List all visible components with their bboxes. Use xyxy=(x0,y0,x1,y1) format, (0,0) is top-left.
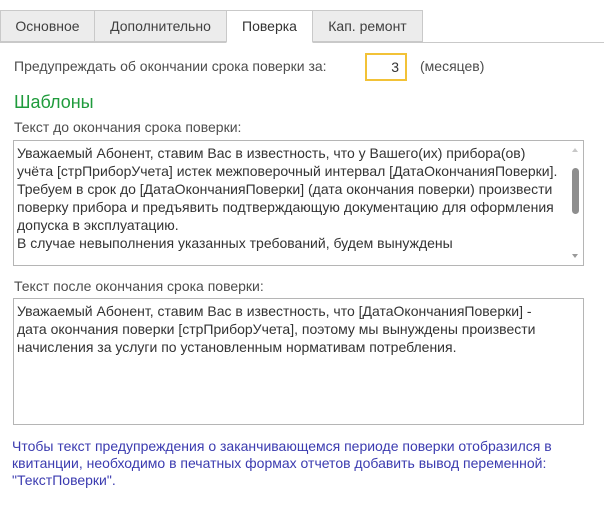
before-expiry-label: Текст до окончания срока поверки: xyxy=(14,119,242,135)
info-note: Чтобы текст предупреждения о заканчивающ… xyxy=(12,438,552,488)
tab-bar: Основное Дополнительно Поверка Кап. ремо… xyxy=(0,10,604,43)
after-expiry-text: Уважаемый Абонент, ставим Вас в известно… xyxy=(17,303,536,355)
before-expiry-text: Уважаемый Абонент, ставим Вас в известно… xyxy=(17,145,558,251)
scroll-up-icon[interactable] xyxy=(572,148,578,152)
tab-additional[interactable]: Дополнительно xyxy=(94,10,227,42)
scroll-thumb[interactable] xyxy=(572,168,579,214)
warning-label: Предупреждать об окончании срока поверки… xyxy=(14,58,327,74)
tab-main[interactable]: Основное xyxy=(0,10,95,42)
after-expiry-label: Текст после окончания срока поверки: xyxy=(14,278,264,294)
tab-verification[interactable]: Поверка xyxy=(226,10,313,43)
months-unit-label: (месяцев) xyxy=(420,58,485,74)
before-expiry-textarea[interactable]: Уважаемый Абонент, ставим Вас в известно… xyxy=(13,140,584,266)
templates-heading: Шаблоны xyxy=(14,92,94,112)
months-input[interactable]: 3 xyxy=(365,53,407,81)
tab-capital-repair[interactable]: Кап. ремонт xyxy=(312,10,423,42)
scroll-down-icon[interactable] xyxy=(572,254,578,258)
after-expiry-textarea[interactable]: Уважаемый Абонент, ставим Вас в известно… xyxy=(13,298,584,425)
before-expiry-scrollbar[interactable] xyxy=(568,142,582,264)
